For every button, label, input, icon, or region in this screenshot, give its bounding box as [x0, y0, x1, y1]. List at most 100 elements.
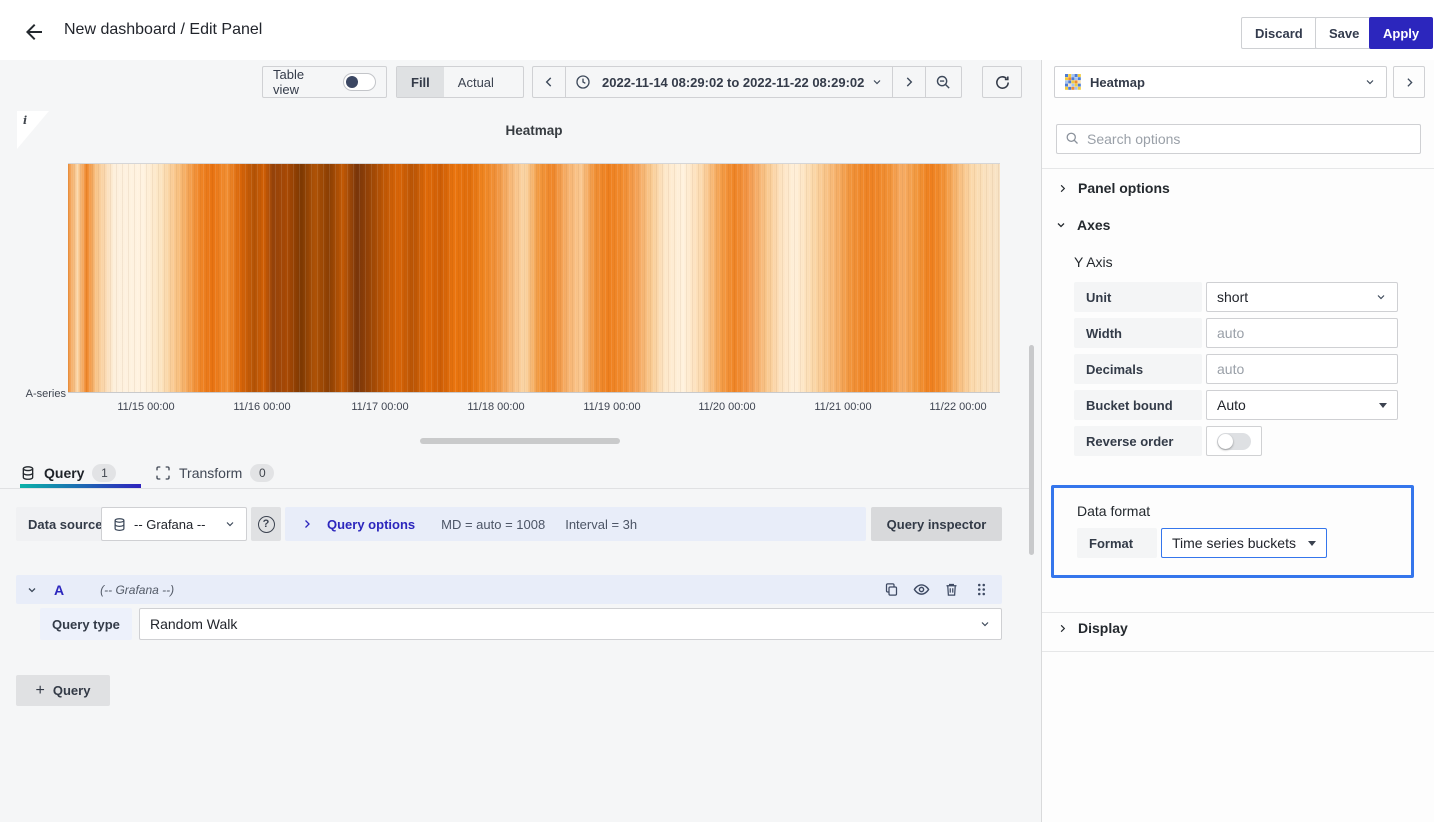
table-view-label: Table view	[273, 67, 305, 97]
query-row-a-header[interactable]: A (-- Grafana --)	[16, 575, 1002, 604]
add-query-button[interactable]: + Query	[16, 675, 110, 706]
datasource-label: Data source	[16, 507, 115, 541]
format-value: Time series buckets	[1172, 535, 1296, 551]
add-query-label: Query	[52, 683, 91, 698]
heatmap-image[interactable]	[68, 163, 1000, 392]
query-type-label-chip: Query type	[40, 608, 132, 640]
delete-query-trash-icon[interactable]	[940, 579, 962, 601]
fill-option[interactable]: Fill	[397, 67, 444, 97]
top-header: New dashboard / Edit Panel Discard Save …	[0, 0, 1434, 60]
search-options-input[interactable]	[1056, 124, 1421, 154]
back-arrow-icon[interactable]	[22, 20, 46, 44]
unit-select[interactable]: short	[1206, 282, 1398, 312]
x-axis-tick-label: 11/21 00:00	[814, 401, 872, 413]
drag-handle-icon[interactable]	[970, 579, 992, 601]
width-label: Width	[1074, 318, 1202, 348]
actual-option[interactable]: Actual	[444, 67, 508, 97]
axes-section[interactable]: Axes	[1055, 217, 1110, 233]
panel-options-label: Panel options	[1078, 180, 1170, 196]
chevron-right-icon	[1057, 183, 1068, 194]
chevron-down-icon	[871, 76, 883, 88]
horizontal-scrollbar[interactable]	[420, 438, 620, 444]
caret-down-icon	[1308, 540, 1316, 546]
zoom-out-icon[interactable]	[926, 67, 961, 97]
bucket-bound-label: Bucket bound	[1074, 390, 1202, 420]
caret-down-icon	[1379, 402, 1387, 408]
fill-actual-segmented: Fill Actual	[396, 66, 524, 98]
y-axis-series-label: A-series	[25, 388, 66, 400]
query-type-select[interactable]: Random Walk	[139, 608, 1002, 640]
y-axis-subheading: Y Axis	[1074, 254, 1113, 270]
panel-options-pane: Heatmap Panel options Axes Y Axis Unit s…	[1041, 60, 1434, 822]
reverse-order-toggle[interactable]	[1206, 426, 1262, 456]
interval-text: Interval = 3h	[565, 516, 638, 532]
max-data-points-text: MD = auto = 1008	[441, 516, 546, 532]
query-ref-id: A	[54, 581, 65, 598]
display-section[interactable]: Display	[1057, 620, 1128, 636]
panel-title: Heatmap	[505, 123, 563, 138]
width-input[interactable]	[1206, 318, 1398, 348]
chevron-down-icon	[979, 618, 991, 630]
time-range-picker[interactable]: 2022-11-14 08:29:02 to 2022-11-22 08:29:…	[566, 67, 892, 97]
refresh-icon	[994, 74, 1011, 91]
heatmap-viz-icon	[1065, 74, 1081, 90]
query-count-badge: 1	[92, 464, 117, 482]
bucket-bound-select[interactable]: Auto	[1206, 390, 1398, 420]
time-back-button[interactable]	[533, 67, 565, 97]
visualization-picker[interactable]: Heatmap	[1054, 66, 1387, 98]
info-icon: i	[23, 114, 28, 127]
vertical-scrollbar[interactable]	[1029, 345, 1034, 555]
tab-transform[interactable]: Transform 0	[155, 458, 275, 488]
viz-picker-value: Heatmap	[1090, 74, 1145, 90]
toggle-track	[1217, 432, 1251, 450]
collapse-options-pane-button[interactable]	[1393, 66, 1425, 98]
tab-transform-label: Transform	[179, 465, 243, 481]
toggle-knob	[1218, 433, 1233, 449]
x-axis-tick-label: 11/18 00:00	[467, 401, 525, 413]
save-button[interactable]: Save	[1315, 17, 1374, 49]
query-inspector-button[interactable]: Query inspector	[871, 507, 1002, 541]
refresh-button[interactable]	[982, 66, 1022, 98]
data-format-highlight-box: Data format Format Time series buckets	[1051, 485, 1414, 578]
hide-query-eye-icon[interactable]	[910, 579, 932, 601]
decimals-input[interactable]	[1206, 354, 1398, 384]
chevron-down-icon[interactable]	[26, 584, 38, 596]
panel-info-corner[interactable]	[17, 111, 49, 149]
table-view-toggle[interactable]	[342, 73, 376, 91]
format-label: Format	[1077, 528, 1157, 558]
unit-value: short	[1217, 289, 1249, 305]
search-icon	[1065, 131, 1080, 146]
chevron-down-icon	[1375, 291, 1387, 303]
format-select[interactable]: Time series buckets	[1161, 528, 1327, 558]
transform-count-badge: 0	[250, 464, 275, 482]
tab-query-label: Query	[44, 465, 85, 481]
tabs-bottom-border	[0, 488, 1029, 489]
x-axis-tick-label: 11/17 00:00	[351, 401, 409, 413]
transform-icon	[155, 465, 171, 481]
chevron-down-icon	[1055, 219, 1067, 231]
query-type-label: Query type	[40, 608, 132, 640]
data-format-title: Data format	[1077, 503, 1151, 519]
datasource-picker[interactable]: -- Grafana --	[101, 507, 247, 541]
datasource-value: -- Grafana --	[134, 516, 206, 532]
database-icon	[20, 465, 36, 481]
query-options-bar[interactable]: Query options MD = auto = 1008 Interval …	[285, 507, 866, 541]
panel-options-section[interactable]: Panel options	[1057, 180, 1170, 196]
x-axis-tick-label: 11/22 00:00	[929, 401, 987, 413]
axes-label: Axes	[1077, 217, 1111, 233]
table-view-toggle-group: Table view	[262, 66, 387, 98]
time-range-controls: 2022-11-14 08:29:02 to 2022-11-22 08:29:…	[532, 66, 963, 98]
query-options-label[interactable]: Query options	[327, 517, 415, 532]
x-axis-tick-label: 11/15 00:00	[117, 401, 175, 413]
discard-button[interactable]: Discard	[1241, 17, 1317, 49]
time-forward-button[interactable]	[893, 67, 925, 97]
clock-icon	[575, 74, 591, 90]
datasource-help-button[interactable]: ?	[251, 507, 281, 541]
page-title: New dashboard / Edit Panel	[64, 21, 263, 38]
heatmap-x-axis: 11/15 00:00 11/16 00:00 11/17 00:00 11/18 0…	[68, 401, 1000, 417]
apply-button[interactable]: Apply	[1369, 17, 1434, 49]
x-axis-tick-label: 11/19 00:00	[583, 401, 641, 413]
duplicate-query-icon[interactable]	[880, 579, 902, 601]
x-axis-tick-label: 11/16 00:00	[233, 401, 291, 413]
x-axis-tick-label: 11/20 00:00	[698, 401, 756, 413]
